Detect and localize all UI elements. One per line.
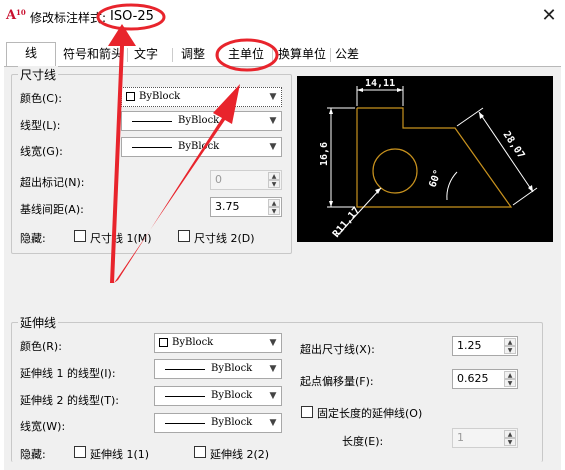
tab-highlight-ellipse xyxy=(215,38,279,72)
red-annotation-overlay xyxy=(96,3,279,283)
red-arrow-diagonal-icon xyxy=(114,84,240,283)
red-arrow-up-icon xyxy=(108,24,136,283)
title-highlight-ellipse xyxy=(96,3,166,31)
